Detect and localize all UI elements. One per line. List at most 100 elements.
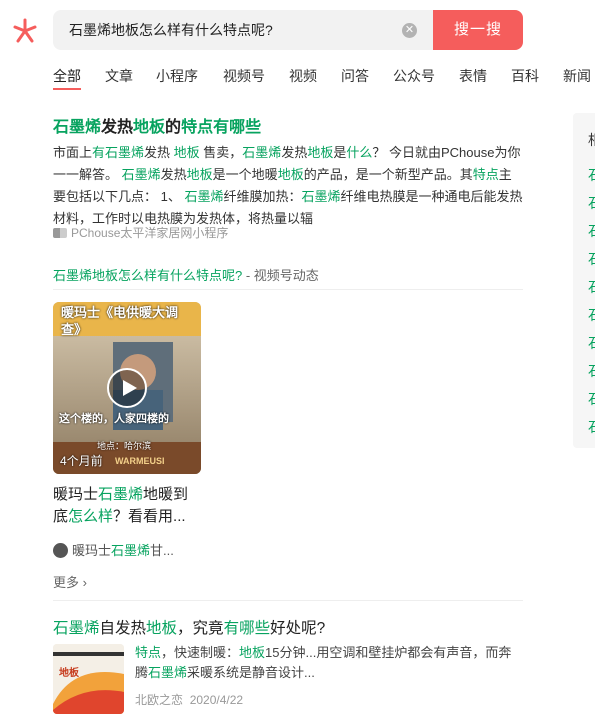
- result-thumbnail[interactable]: 地板: [53, 644, 124, 714]
- publish-date: 2020/4/22: [189, 693, 244, 707]
- title-text: ，究竟: [177, 620, 224, 637]
- snippet-highlight: 石墨烯: [184, 189, 224, 204]
- related-search-item[interactable]: 石: [588, 333, 595, 353]
- related-search-item[interactable]: 石: [588, 249, 595, 269]
- result-title[interactable]: 石墨烯自发热地板，究竟有哪些好处呢?: [53, 616, 325, 638]
- author-text: 暖玛士: [72, 543, 112, 558]
- related-search-item[interactable]: 石: [588, 277, 595, 297]
- search-box: ✕: [53, 10, 434, 50]
- related-search-item[interactable]: 石: [588, 389, 595, 409]
- title-highlight: 有哪些: [223, 620, 271, 637]
- snippet-highlight: 石墨烯: [301, 189, 341, 204]
- tab-news[interactable]: 新闻: [563, 66, 591, 86]
- tab-qa[interactable]: 问答: [341, 66, 369, 86]
- snippet-text: 是一个地暖: [212, 167, 278, 182]
- snippet-highlight: 石墨烯: [242, 145, 282, 160]
- avatar: [53, 543, 68, 558]
- divider: [53, 289, 523, 290]
- snippet-highlight: 地板: [307, 145, 334, 160]
- title-highlight: 地板: [146, 620, 178, 637]
- active-tab-indicator: [53, 88, 81, 90]
- related-search-item[interactable]: 石: [588, 305, 595, 325]
- author-text: 甘...: [150, 543, 174, 558]
- snippet-text: ，快速制暖：: [161, 645, 240, 660]
- search-tabs: 全部 文章 小程序 视频号 视频 问答 公众号 表情 百科 新闻: [53, 66, 595, 90]
- title-highlight: 石墨烯: [53, 620, 100, 637]
- video-overlay-brand: WARMEUSI: [115, 456, 165, 466]
- result-snippet: 特点，快速制暖：地板15分钟...用空调和壁挂炉都会有声音，而奔腾石墨烯采暖系统…: [135, 643, 515, 683]
- tab-stickers[interactable]: 表情: [459, 66, 487, 86]
- video-title-text: 暖玛士: [53, 486, 99, 503]
- snippet-highlight: 石墨烯: [121, 167, 161, 182]
- snippet-highlight: 有石墨烯: [92, 145, 145, 160]
- tab-all[interactable]: 全部: [53, 66, 81, 86]
- wechat-search-logo-icon[interactable]: [12, 18, 38, 44]
- video-overlay-title: 暖玛士《电供暖大调查》: [61, 305, 179, 337]
- play-icon[interactable]: [107, 368, 147, 408]
- snippet-text: 发热: [160, 167, 187, 182]
- result-thumbnail-image: [53, 644, 124, 714]
- related-search-item[interactable]: 石: [588, 361, 595, 381]
- snippet-text: 采暖系统是静音设计...: [187, 665, 315, 680]
- result-title[interactable]: 石墨烯发热地板的特点有哪些: [53, 113, 261, 137]
- video-section-header[interactable]: 石墨烯地板怎么样有什么特点呢? - 视频号动态: [53, 265, 319, 284]
- video-overlay-location: 地点：哈尔滨: [97, 441, 152, 451]
- snippet-text: 的产品，是一个新型产品。其: [303, 167, 473, 182]
- video-author[interactable]: 暖玛士石墨烯甘...: [53, 540, 174, 559]
- more-link[interactable]: 更多 ›: [53, 572, 87, 591]
- snippet-text: 是: [333, 145, 347, 160]
- source-name: 北欧之恋: [135, 693, 184, 707]
- snippet-highlight: 地板: [239, 645, 266, 660]
- related-searches-title: 相: [588, 130, 595, 150]
- video-title-text: ？看看用...: [113, 508, 186, 525]
- source-name: PChouse太平洋家居网小程序: [71, 226, 229, 240]
- tab-videos[interactable]: 视频: [289, 66, 317, 86]
- thumb-text: 地板: [59, 668, 79, 679]
- video-section-suffix: - 视频号动态: [242, 268, 319, 283]
- divider: [53, 600, 523, 601]
- title-text: 的: [165, 119, 182, 136]
- title-text: 好处呢?: [270, 620, 326, 637]
- snippet-text: 发热: [281, 145, 308, 160]
- related-search-item[interactable]: 石: [588, 165, 595, 185]
- result-snippet: 市面上有石墨烯发热 地板 售卖，石墨烯发热地板是什么？ 今日就由PChouse为…: [53, 142, 523, 230]
- snippet-highlight: 特点: [472, 167, 499, 182]
- tab-mini-programs[interactable]: 小程序: [156, 66, 198, 86]
- video-overlay-caption: 这个楼的，人家四楼的: [59, 413, 169, 425]
- result-meta: 北欧之恋 2020/4/22: [135, 691, 243, 708]
- author-highlight: 石墨烯: [111, 543, 151, 558]
- tab-articles[interactable]: 文章: [105, 66, 133, 86]
- title-highlight: 地板: [133, 119, 166, 136]
- search-input[interactable]: [69, 10, 389, 50]
- video-title-highlight: 怎么样: [68, 508, 114, 525]
- snippet-highlight: 特点: [135, 645, 162, 660]
- result-source[interactable]: PChouse太平洋家居网小程序: [53, 224, 228, 241]
- snippet-highlight: 石墨烯: [148, 665, 188, 680]
- video-section-query: 石墨烯地板怎么样有什么特点呢?: [53, 268, 243, 283]
- chevron-right-icon: ›: [82, 575, 87, 590]
- video-time-ago: 4个月前: [60, 454, 103, 468]
- video-title-highlight: 石墨烯: [98, 486, 144, 503]
- clear-icon[interactable]: ✕: [402, 23, 417, 38]
- tab-encyclopedia[interactable]: 百科: [511, 66, 539, 86]
- search-button[interactable]: 搜一搜: [433, 10, 523, 50]
- tab-channels[interactable]: 视频号: [223, 66, 265, 86]
- video-title[interactable]: 暖玛士石墨烯地暖到底怎么样？看看用...: [53, 484, 203, 528]
- related-search-item[interactable]: 石: [588, 193, 595, 213]
- related-search-item[interactable]: 石: [588, 221, 595, 241]
- title-text: 自发热: [99, 620, 147, 637]
- more-label: 更多: [53, 575, 80, 590]
- title-highlight: 特点有哪些: [181, 119, 262, 136]
- related-search-item[interactable]: 石: [588, 417, 595, 437]
- snippet-text: 纤维膜加热：: [223, 189, 302, 204]
- tab-official-accounts[interactable]: 公众号: [393, 66, 435, 86]
- snippet-highlight: 地板: [186, 167, 213, 182]
- snippet-highlight: 地板: [173, 145, 200, 160]
- snippet-text: 售卖，: [199, 145, 243, 160]
- related-searches-panel: 相 石 石 石 石 石 石 石 石 石 石: [573, 113, 595, 448]
- title-highlight: 石墨烯: [53, 119, 102, 136]
- video-thumbnail[interactable]: 暖玛士《电供暖大调查》 这个楼的，人家四楼的 地点：哈尔滨 WARMEUSI 4…: [53, 302, 201, 474]
- snippet-text: 发热: [144, 145, 174, 160]
- snippet-highlight: 什么: [346, 145, 373, 160]
- source-logo-icon: [53, 228, 67, 238]
